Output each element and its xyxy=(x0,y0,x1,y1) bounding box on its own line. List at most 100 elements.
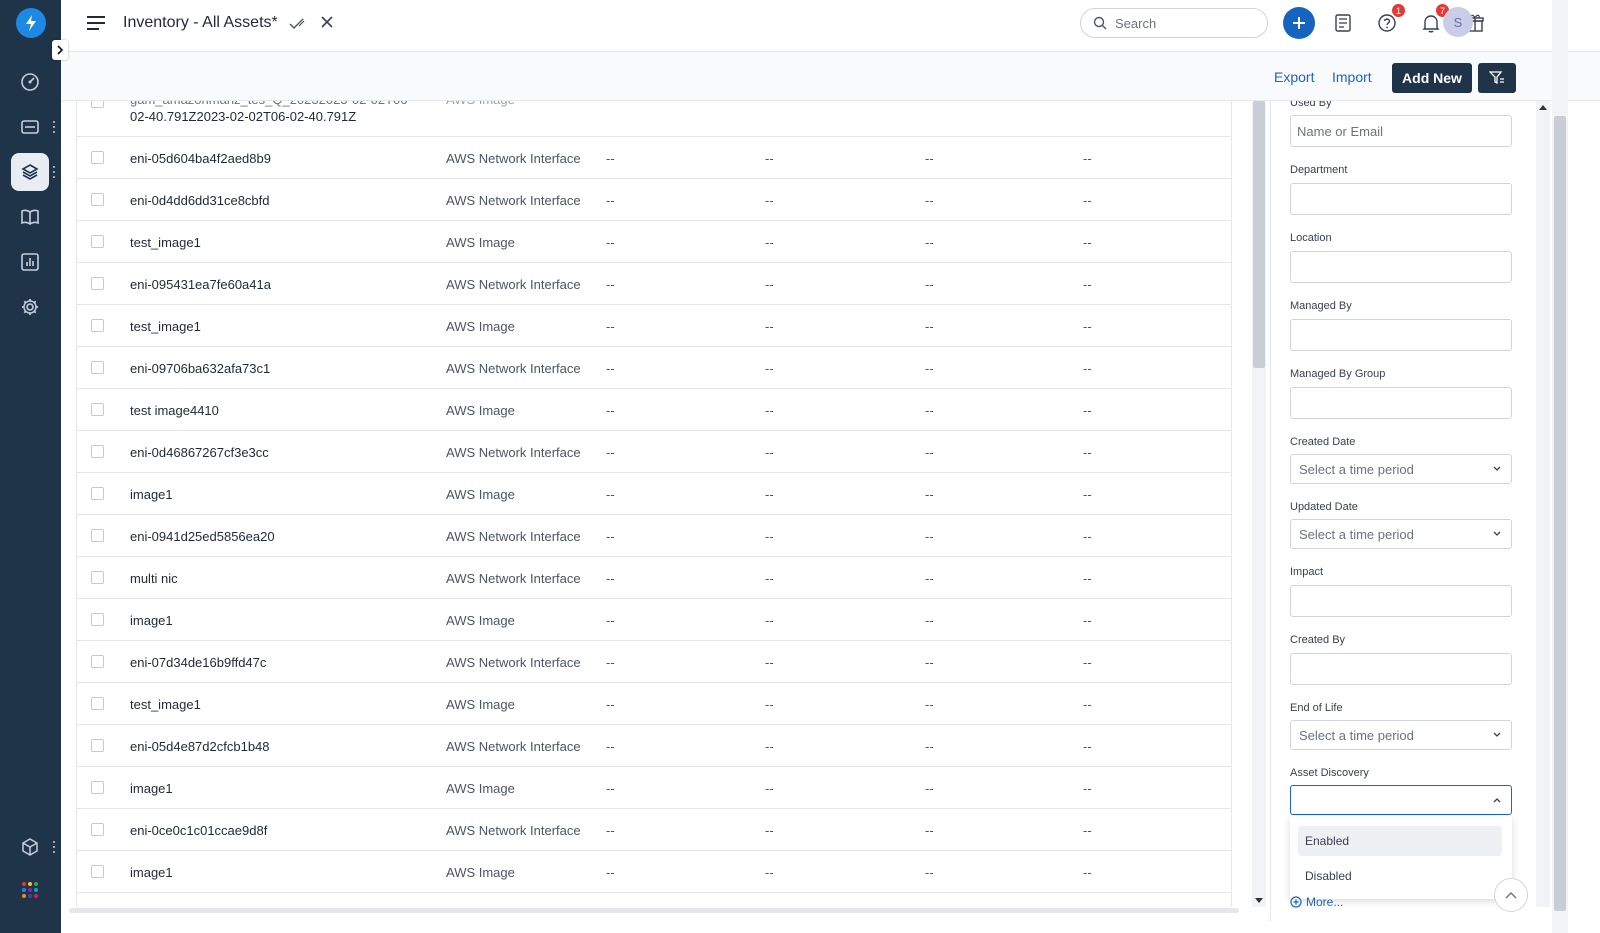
row-checkbox[interactable] xyxy=(91,445,104,458)
help-icon[interactable]: 1 xyxy=(1371,4,1405,39)
row-checkbox[interactable] xyxy=(91,319,104,332)
export-link[interactable]: Export xyxy=(1274,69,1314,85)
row-checkbox[interactable] xyxy=(91,101,104,108)
row-checkbox[interactable] xyxy=(91,151,104,164)
asset-name[interactable]: eni-0ce0c1c01ccae9d8f xyxy=(130,823,267,838)
impact-input[interactable] xyxy=(1290,585,1512,617)
tickets-icon[interactable] xyxy=(11,108,49,146)
close-view-icon[interactable] xyxy=(320,15,334,34)
end-of-life-select[interactable]: Select a time period xyxy=(1290,720,1512,750)
table-row[interactable]: image1 AWS Image -- -- -- -- xyxy=(77,473,1231,515)
user-avatar[interactable]: S xyxy=(1443,7,1473,37)
row-checkbox[interactable] xyxy=(91,655,104,668)
table-row[interactable]: eni-07d34de16b9ffd47c AWS Network Interfa… xyxy=(77,641,1231,683)
asset-name[interactable]: eni-0941d25ed5856ea20 xyxy=(130,529,275,544)
row-checkbox[interactable] xyxy=(91,571,104,584)
apps-grid-icon[interactable] xyxy=(11,871,49,909)
page-scrollbar[interactable] xyxy=(1552,0,1568,933)
global-search-input[interactable]: Search xyxy=(1080,8,1268,38)
location-input[interactable] xyxy=(1290,251,1512,283)
table-row[interactable]: eni-0d4dd6dd31ce8cbfd AWS Network Interfa… xyxy=(77,179,1231,221)
add-new-button[interactable]: Add New xyxy=(1392,63,1472,93)
asset-name[interactable]: eni-095431ea7fe60a41a xyxy=(130,277,271,292)
option-enabled[interactable]: Enabled xyxy=(1298,826,1502,856)
table-vertical-scrollbar[interactable] xyxy=(1252,101,1266,907)
row-checkbox[interactable] xyxy=(91,823,104,836)
managed-by-input[interactable] xyxy=(1290,319,1512,351)
settings-gear-icon[interactable] xyxy=(11,288,49,326)
table-row[interactable]: image1 AWS Image -- -- -- -- xyxy=(77,851,1231,893)
option-disabled[interactable]: Disabled xyxy=(1298,861,1502,891)
asset-name[interactable]: eni-09706ba632afa73c1 xyxy=(130,361,270,376)
row-checkbox[interactable] xyxy=(91,361,104,374)
table-row[interactable]: eni-0d46867267cf3e3cc AWS Network Interfa… xyxy=(77,431,1231,473)
table-row[interactable]: gam_amazonmanz_tes_Q_20232023-02-02T06- 0… xyxy=(77,101,1231,137)
asset-discovery-select[interactable] xyxy=(1290,785,1512,815)
modules-menu-dots-icon[interactable] xyxy=(52,841,56,855)
asset-name[interactable]: eni-0d4dd6dd31ce8cbfd xyxy=(130,193,270,208)
row-checkbox[interactable] xyxy=(91,235,104,248)
table-horizontal-scrollbar[interactable] xyxy=(61,907,1251,915)
table-row[interactable]: test_image1 AWS Image -- -- -- -- xyxy=(77,221,1231,263)
used-by-input[interactable]: Name or Email xyxy=(1290,115,1512,147)
row-checkbox[interactable] xyxy=(91,487,104,500)
asset-name[interactable]: eni-07d34de16b9ffd47c xyxy=(130,655,266,670)
table-row[interactable]: eni-05d4e87d2cfcb1b48 AWS Network Interfa… xyxy=(77,725,1231,767)
table-row[interactable]: eni-05d604ba4f2aed8b9 AWS Network Interfa… xyxy=(77,137,1231,179)
asset-name[interactable]: image1 xyxy=(130,487,173,502)
asset-name[interactable]: test_image1 xyxy=(130,235,201,250)
table-row[interactable]: multi nic AWS Network Interface -- -- -- -- xyxy=(77,557,1231,599)
asset-name[interactable]: multi nic xyxy=(130,571,178,586)
table-row[interactable]: test_image1 AWS Image -- -- -- -- xyxy=(77,305,1231,347)
service-catalog-icon[interactable] xyxy=(1327,7,1359,39)
filter-toggle-button[interactable] xyxy=(1478,63,1516,93)
asset-name[interactable]: test_image1 xyxy=(130,697,201,712)
row-checkbox[interactable] xyxy=(91,529,104,542)
row-checkbox[interactable] xyxy=(91,781,104,794)
row-checkbox[interactable] xyxy=(91,403,104,416)
asset-name[interactable]: test_image1 xyxy=(130,319,201,334)
asset-name[interactable]: 02-40.791Z2023-02-02T06-02-40.791Z xyxy=(130,109,356,125)
import-link[interactable]: Import xyxy=(1332,69,1372,85)
table-row[interactable]: image1 AWS Image -- -- -- -- xyxy=(77,767,1231,809)
asset-name[interactable]: image1 xyxy=(130,613,173,628)
table-row[interactable]: eni-0ce0c1c01ccae9d8f AWS Network Interfa… xyxy=(77,809,1231,851)
updated-date-select[interactable]: Select a time period xyxy=(1290,519,1512,549)
modules-cube-icon[interactable] xyxy=(11,828,49,866)
reports-chart-icon[interactable] xyxy=(11,243,49,281)
dashboard-icon[interactable] xyxy=(11,63,49,101)
panel-scrollbar[interactable] xyxy=(1536,101,1550,907)
row-checkbox[interactable] xyxy=(91,613,104,626)
department-input[interactable] xyxy=(1290,183,1512,215)
table-row[interactable]: eni-09706ba632afa73c1 AWS Network Interfa… xyxy=(77,347,1231,389)
row-checkbox[interactable] xyxy=(91,277,104,290)
asset-name[interactable]: eni-05d4e87d2cfcb1b48 xyxy=(130,739,270,754)
asset-name[interactable]: image1 xyxy=(130,865,173,880)
asset-name[interactable]: image1 xyxy=(130,781,173,796)
row-checkbox[interactable] xyxy=(91,865,104,878)
table-row[interactable]: test image4410 AWS Image -- -- -- -- xyxy=(77,389,1231,431)
table-row[interactable]: eni-0941d25ed5856ea20 AWS Network Interfa… xyxy=(77,515,1231,557)
created-by-input[interactable] xyxy=(1290,653,1512,685)
hamburger-menu-icon[interactable] xyxy=(87,16,105,35)
more-filters-link[interactable]: More... xyxy=(1290,895,1343,909)
assets-layers-icon[interactable] xyxy=(11,153,49,191)
managed-by-group-input[interactable] xyxy=(1290,387,1512,419)
created-date-select[interactable]: Select a time period xyxy=(1290,454,1512,484)
save-view-check-icon[interactable] xyxy=(289,15,305,36)
row-checkbox[interactable] xyxy=(91,697,104,710)
tickets-menu-dots-icon[interactable] xyxy=(52,121,56,135)
expand-rail-chevron-icon[interactable] xyxy=(52,40,68,60)
asset-name[interactable]: eni-0d46867267cf3e3cc xyxy=(130,445,269,460)
table-row[interactable]: image1 AWS Image -- -- -- -- xyxy=(77,599,1231,641)
scroll-to-top-button[interactable] xyxy=(1494,878,1528,912)
row-checkbox[interactable] xyxy=(91,193,104,206)
table-row[interactable]: test_image1 AWS Image -- -- -- -- xyxy=(77,683,1231,725)
app-logo-icon[interactable] xyxy=(16,8,46,38)
row-checkbox[interactable] xyxy=(91,739,104,752)
asset-name[interactable]: eni-05d604ba4f2aed8b9 xyxy=(130,151,271,166)
asset-name[interactable]: test image4410 xyxy=(130,403,219,418)
assets-menu-dots-icon[interactable] xyxy=(52,166,56,180)
knowledge-book-icon[interactable] xyxy=(11,198,49,236)
create-plus-button[interactable] xyxy=(1283,7,1315,39)
